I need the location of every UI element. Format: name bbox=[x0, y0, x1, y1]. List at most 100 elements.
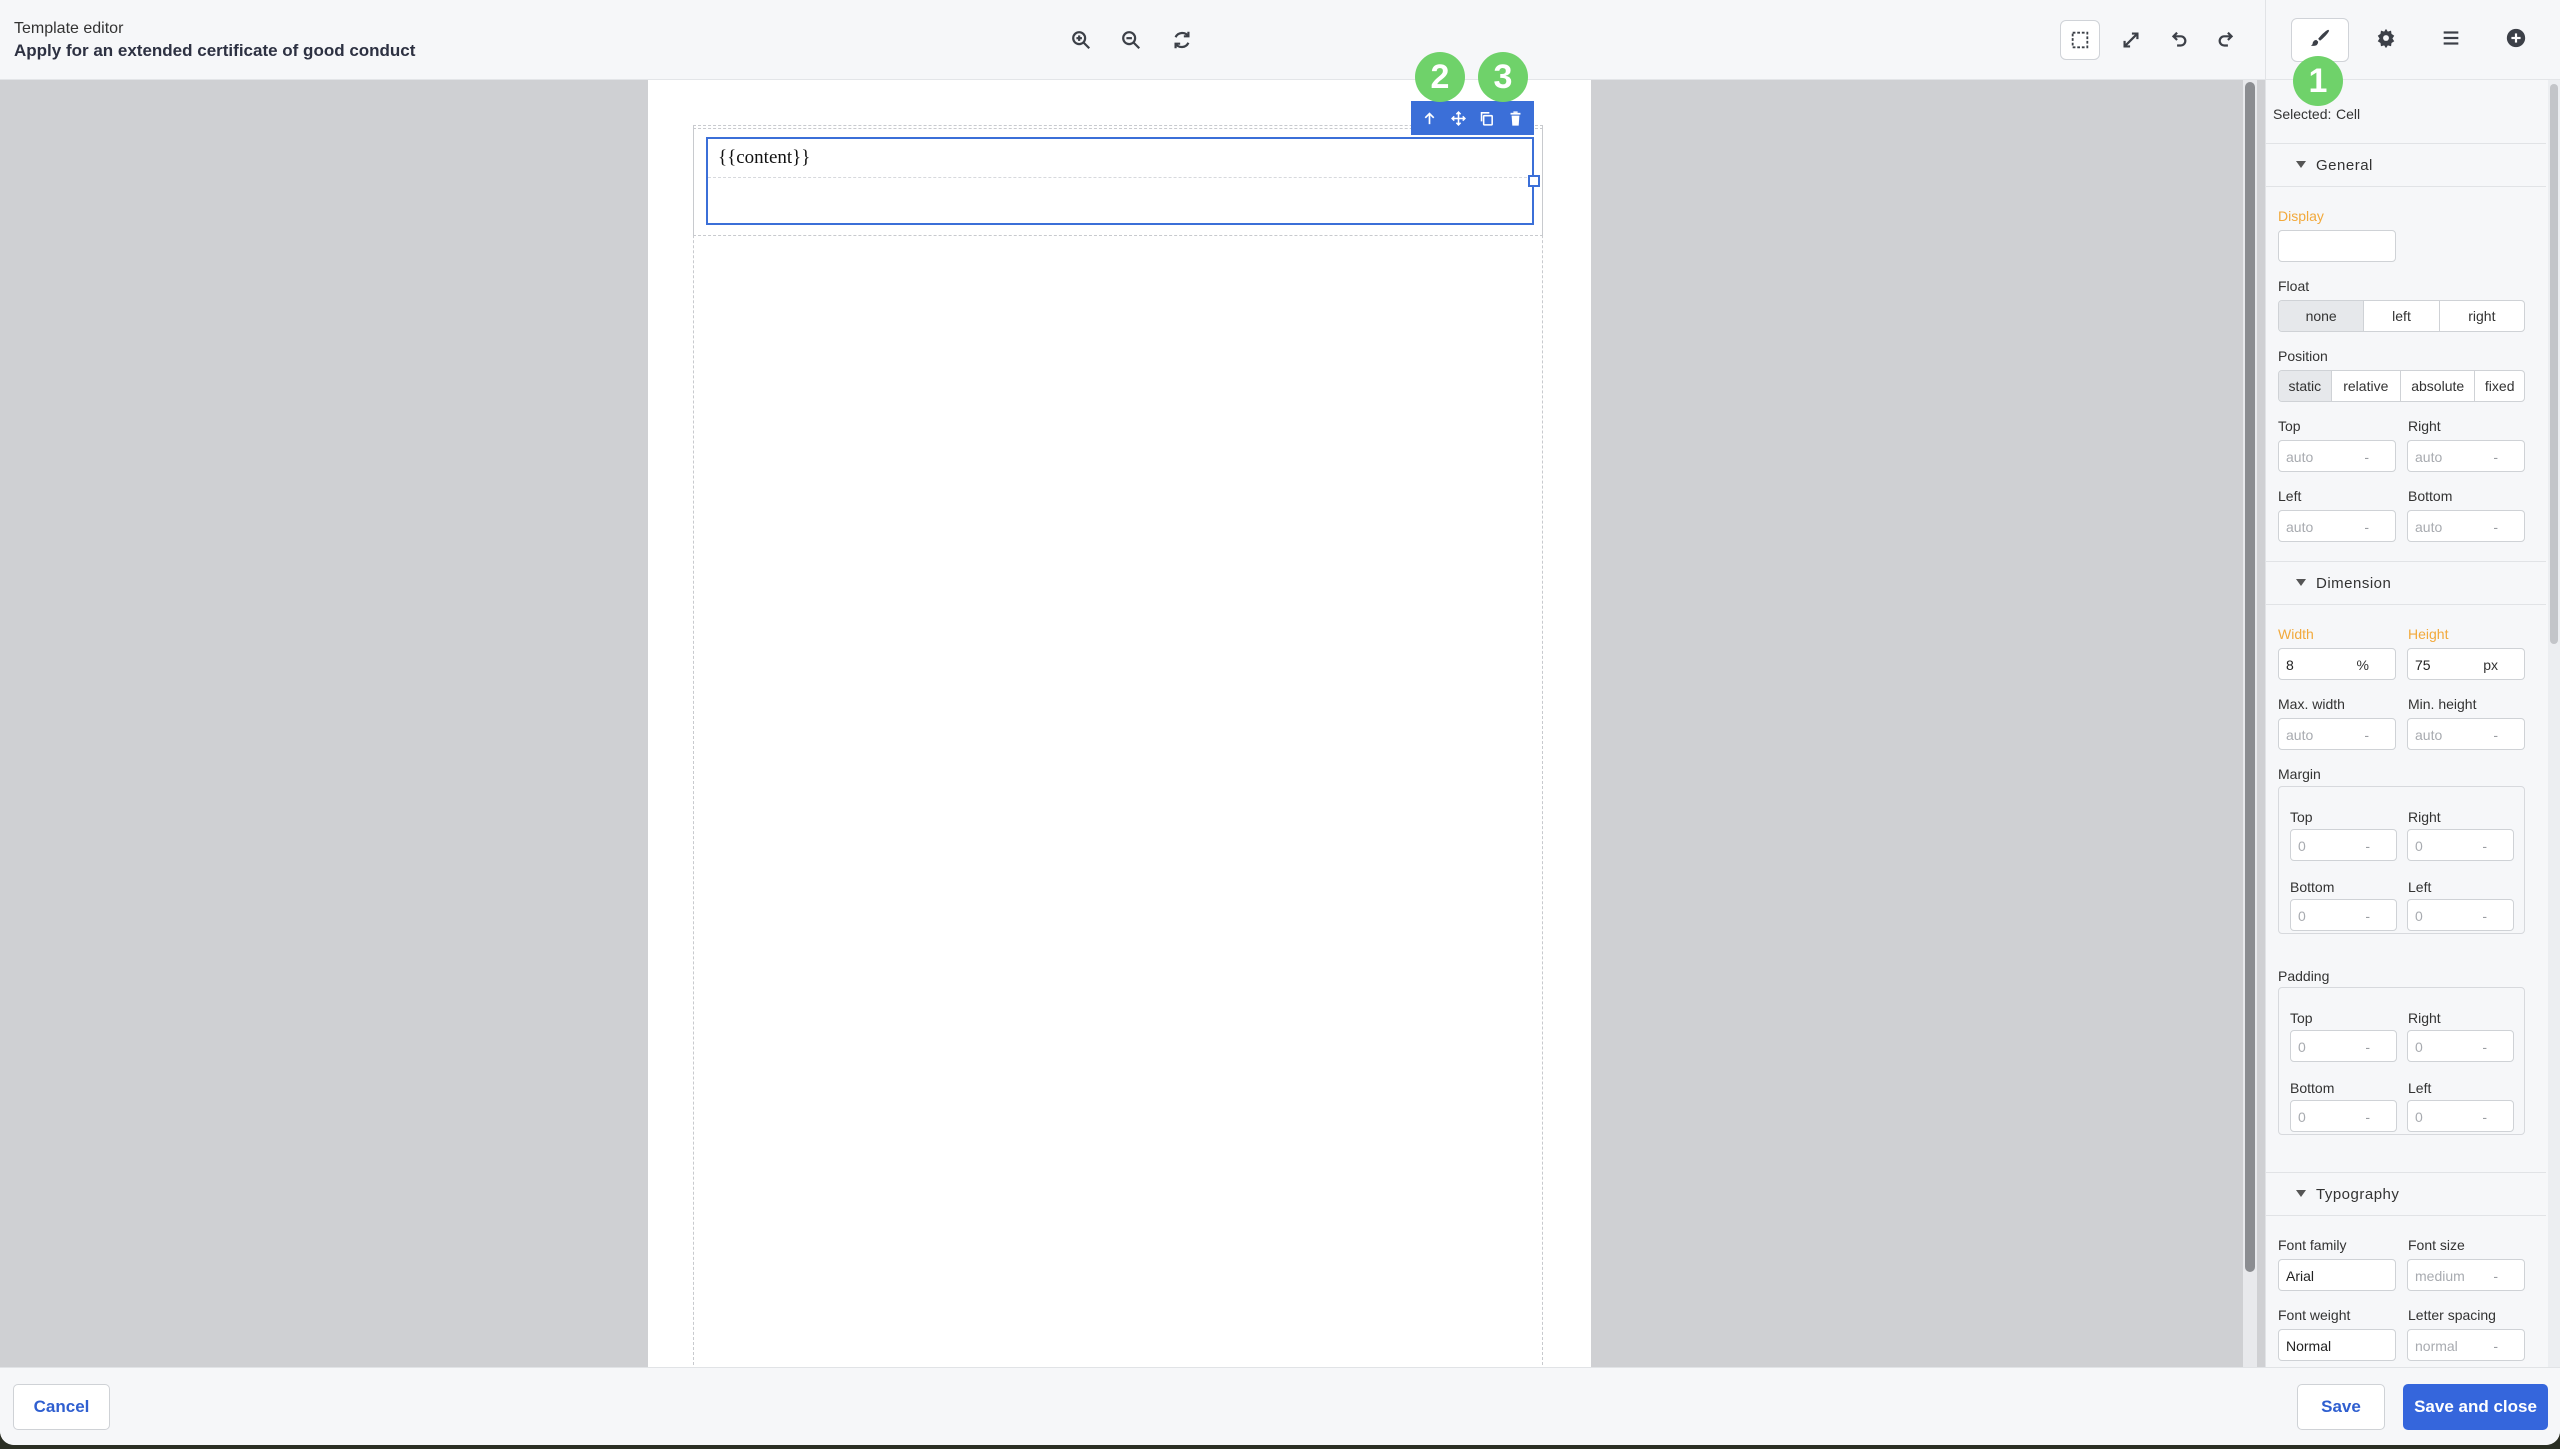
panel-scroll-thumb[interactable] bbox=[2550, 84, 2558, 644]
position-relative[interactable]: relative bbox=[2332, 371, 2402, 401]
panel-scrollbar[interactable] bbox=[2548, 80, 2560, 1367]
move-icon[interactable] bbox=[1445, 105, 1471, 131]
caret-down-icon bbox=[2296, 1190, 2306, 1197]
cancel-button[interactable]: Cancel bbox=[13, 1384, 110, 1430]
padding-box: Top Right 0- 0- Bottom Left 0- 0- bbox=[2278, 987, 2525, 1135]
font-size-input[interactable]: medium - bbox=[2407, 1259, 2525, 1291]
bottom-label: Bottom bbox=[2408, 488, 2453, 504]
zoom-in-icon[interactable] bbox=[1061, 20, 1101, 60]
float-radio-group: none left right bbox=[2278, 300, 2525, 332]
font-size-label: Font size bbox=[2408, 1237, 2465, 1253]
position-label: Position bbox=[2278, 348, 2328, 364]
font-family-select[interactable]: Arial bbox=[2278, 1259, 2396, 1291]
padding-right-label: Right bbox=[2408, 1010, 2441, 1026]
gear-icon bbox=[2375, 27, 2397, 54]
margin-left-input[interactable]: 0- bbox=[2407, 899, 2514, 931]
letter-spacing-input[interactable]: normal - bbox=[2407, 1329, 2525, 1361]
layer-manager-tab[interactable] bbox=[2422, 18, 2480, 62]
add-blocks-tab[interactable] bbox=[2487, 18, 2545, 62]
margin-left-label: Left bbox=[2408, 879, 2432, 895]
page-body[interactable] bbox=[693, 125, 1543, 1375]
template-title: Apply for an extended certificate of goo… bbox=[14, 41, 416, 60]
selected-cell[interactable]: {{content}} bbox=[706, 137, 1534, 225]
padding-top-input[interactable]: 0- bbox=[2290, 1030, 2397, 1062]
font-weight-label: Font weight bbox=[2278, 1307, 2351, 1323]
margin-label: Margin bbox=[2278, 766, 2321, 782]
font-family-label: Font family bbox=[2278, 1237, 2347, 1253]
canvas-scroll-thumb[interactable] bbox=[2245, 82, 2255, 1272]
redo-icon[interactable] bbox=[2207, 20, 2247, 60]
select-parent-icon[interactable] bbox=[1416, 105, 1442, 131]
caret-down-icon bbox=[2296, 579, 2306, 586]
width-input[interactable]: 8% bbox=[2278, 648, 2396, 680]
settings-tab[interactable] bbox=[2357, 18, 2415, 62]
height-input[interactable]: 75 px bbox=[2407, 648, 2525, 680]
letter-spacing-label: Letter spacing bbox=[2408, 1307, 2496, 1323]
general-section-header[interactable]: General bbox=[2266, 143, 2546, 187]
editor-header: Template editor Apply for an extended ce… bbox=[0, 0, 2265, 80]
step-badge-3: 3 bbox=[1478, 52, 1528, 102]
top-input[interactable]: auto - bbox=[2278, 440, 2396, 472]
fullscreen-icon[interactable] bbox=[2111, 20, 2151, 60]
zoom-out-icon[interactable] bbox=[1111, 20, 1151, 60]
caret-down-icon bbox=[2296, 161, 2306, 168]
copy-icon[interactable] bbox=[1474, 105, 1500, 131]
max-width-input[interactable]: auto - bbox=[2278, 718, 2396, 750]
height-label: Height bbox=[2408, 626, 2449, 642]
position-radio-group: static relative absolute fixed bbox=[2278, 370, 2525, 402]
margin-bottom-label: Bottom bbox=[2290, 879, 2335, 895]
typography-title: Typography bbox=[2316, 1186, 2400, 1203]
float-label: Float bbox=[2278, 278, 2310, 294]
left-label: Left bbox=[2278, 488, 2302, 504]
float-left[interactable]: left bbox=[2364, 301, 2440, 331]
undo-icon[interactable] bbox=[2158, 20, 2198, 60]
selected-value: Cell bbox=[2336, 106, 2361, 122]
padding-left-input[interactable]: 0- bbox=[2407, 1100, 2514, 1132]
margin-right-input[interactable]: 0- bbox=[2407, 829, 2514, 861]
selected-label: Selected: bbox=[2273, 106, 2332, 122]
delete-icon[interactable] bbox=[1503, 105, 1529, 131]
padding-right-input[interactable]: 0- bbox=[2407, 1030, 2514, 1062]
padding-bottom-input[interactable]: 0- bbox=[2290, 1100, 2397, 1132]
margin-box: Top Right 0- 0- Bottom Left 0- 0- bbox=[2278, 786, 2525, 934]
margin-bottom-input[interactable]: 0- bbox=[2290, 899, 2397, 931]
typography-section-header[interactable]: Typography bbox=[2266, 1172, 2546, 1216]
position-static[interactable]: static bbox=[2279, 371, 2332, 401]
font-weight-select[interactable]: Normal bbox=[2278, 1329, 2396, 1361]
top-label: Top bbox=[2278, 418, 2301, 434]
bottom-input[interactable]: auto - bbox=[2407, 510, 2525, 542]
padding-bottom-label: Bottom bbox=[2290, 1080, 2335, 1096]
dimension-section-header[interactable]: Dimension bbox=[2266, 561, 2546, 605]
toggle-outline-icon[interactable] bbox=[2060, 20, 2100, 60]
min-height-label: Min. height bbox=[2408, 696, 2477, 712]
padding-left-label: Left bbox=[2408, 1080, 2432, 1096]
document-page[interactable]: {{content}} bbox=[648, 80, 1591, 1375]
paint-brush-icon bbox=[2309, 27, 2331, 54]
plus-circle-icon bbox=[2505, 27, 2527, 54]
width-label: Width bbox=[2278, 626, 2314, 642]
position-absolute[interactable]: absolute bbox=[2401, 371, 2476, 401]
step-badge-1: 1 bbox=[2293, 56, 2343, 106]
cell-inner-guide bbox=[708, 177, 1532, 178]
margin-top-input[interactable]: 0- bbox=[2290, 829, 2397, 861]
save-and-close-button[interactable]: Save and close bbox=[2403, 1384, 2548, 1430]
float-none[interactable]: none bbox=[2279, 301, 2365, 331]
save-button[interactable]: Save bbox=[2297, 1384, 2385, 1430]
right-input[interactable]: auto - bbox=[2407, 440, 2525, 472]
left-input[interactable]: auto - bbox=[2278, 510, 2396, 542]
canvas-scrollbar[interactable] bbox=[2243, 80, 2257, 1367]
margin-top-label: Top bbox=[2290, 809, 2313, 825]
editor-canvas[interactable]: {{content}} bbox=[0, 80, 2265, 1375]
step-badge-2: 2 bbox=[1415, 52, 1465, 102]
panel-body: Selected: Cell General Display Float non… bbox=[2266, 80, 2546, 1367]
min-height-input[interactable]: auto - bbox=[2407, 718, 2525, 750]
refresh-icon[interactable] bbox=[1162, 20, 1202, 60]
cell-content[interactable]: {{content}} bbox=[718, 147, 810, 169]
position-fixed[interactable]: fixed bbox=[2475, 371, 2524, 401]
display-input[interactable] bbox=[2278, 230, 2396, 262]
bars-icon bbox=[2440, 27, 2462, 54]
float-right[interactable]: right bbox=[2440, 301, 2524, 331]
template-editor-window: Template editor Apply for an extended ce… bbox=[0, 0, 2560, 1445]
resize-handle[interactable] bbox=[1528, 175, 1540, 187]
editor-footer: Cancel Save Save and close bbox=[0, 1367, 2560, 1445]
